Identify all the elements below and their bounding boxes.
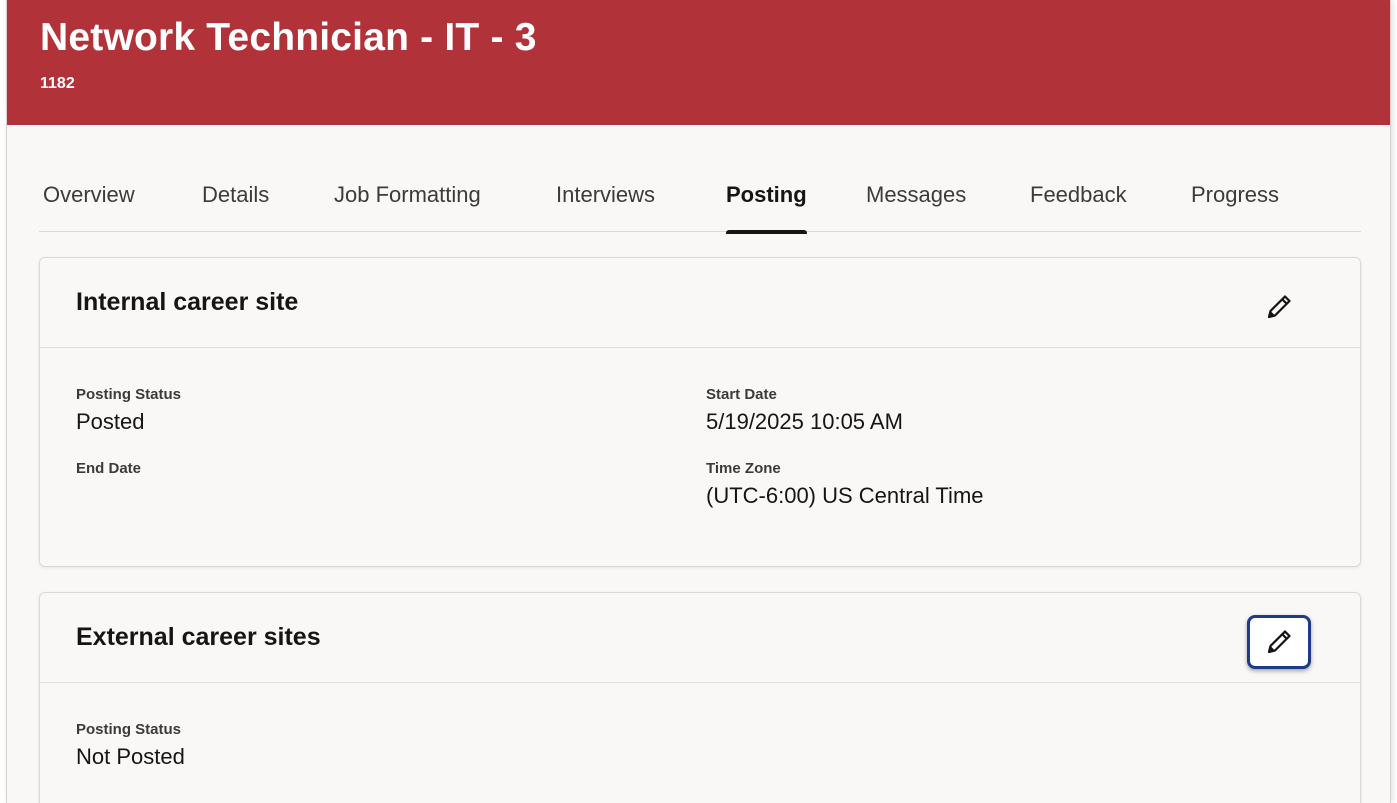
tab-messages[interactable]: Messages — [866, 182, 966, 232]
tab-label: Job Formatting — [334, 182, 481, 207]
edit-external-button[interactable] — [1247, 615, 1311, 669]
internal-career-site-card: Internal career site Posting Status Post… — [39, 257, 1361, 567]
card-title: Internal career site — [76, 288, 299, 316]
pencil-icon — [1267, 630, 1291, 654]
tab-label: Messages — [866, 182, 967, 207]
card-header: External career sites — [40, 593, 1360, 683]
tab-label: Overview — [43, 182, 135, 207]
time-zone-label: Time Zone — [706, 460, 781, 477]
tab-interviews[interactable]: Interviews — [556, 182, 655, 232]
page-frame: Network Technician - IT - 3 1182 Overvie… — [6, 0, 1391, 803]
tab-label: Feedback — [1030, 182, 1127, 207]
posting-status-label: Posting Status — [76, 386, 182, 403]
tab-posting[interactable]: Posting — [726, 182, 807, 234]
tab-job-formatting[interactable]: Job Formatting — [334, 182, 481, 232]
tab-label: Progress — [1191, 182, 1280, 207]
page-header: Network Technician - IT - 3 1182 — [7, 0, 1390, 125]
active-tab-indicator — [726, 230, 807, 234]
page-title: Network Technician - IT - 3 — [40, 16, 537, 59]
end-date-label: End Date — [76, 460, 142, 477]
start-date-value: 5/19/2025 10:05 AM — [706, 409, 903, 434]
pencil-icon — [1267, 295, 1291, 319]
tab-bar: Overview Details Job Formatting Intervie… — [39, 160, 1361, 234]
tab-label: Interviews — [556, 182, 656, 207]
tab-label: Details — [202, 182, 270, 207]
tab-label: Posting — [726, 182, 807, 207]
start-date-label: Start Date — [706, 386, 777, 403]
card-title: External career sites — [76, 623, 321, 651]
time-zone-value: (UTC-6:00) US Central Time — [706, 483, 984, 508]
requisition-number: 1182 — [40, 75, 75, 92]
tab-details[interactable]: Details — [202, 182, 269, 232]
tab-feedback[interactable]: Feedback — [1030, 182, 1127, 232]
posting-status-label: Posting Status — [76, 721, 182, 738]
posting-status-value: Not Posted — [76, 744, 185, 769]
posting-status-value: Posted — [76, 409, 145, 434]
external-career-sites-card: External career sites Posting Status Not… — [39, 592, 1361, 803]
tab-overview[interactable]: Overview — [43, 182, 135, 232]
edit-internal-button[interactable] — [1247, 280, 1311, 334]
card-header: Internal career site — [40, 258, 1360, 348]
tab-progress[interactable]: Progress — [1191, 182, 1279, 232]
